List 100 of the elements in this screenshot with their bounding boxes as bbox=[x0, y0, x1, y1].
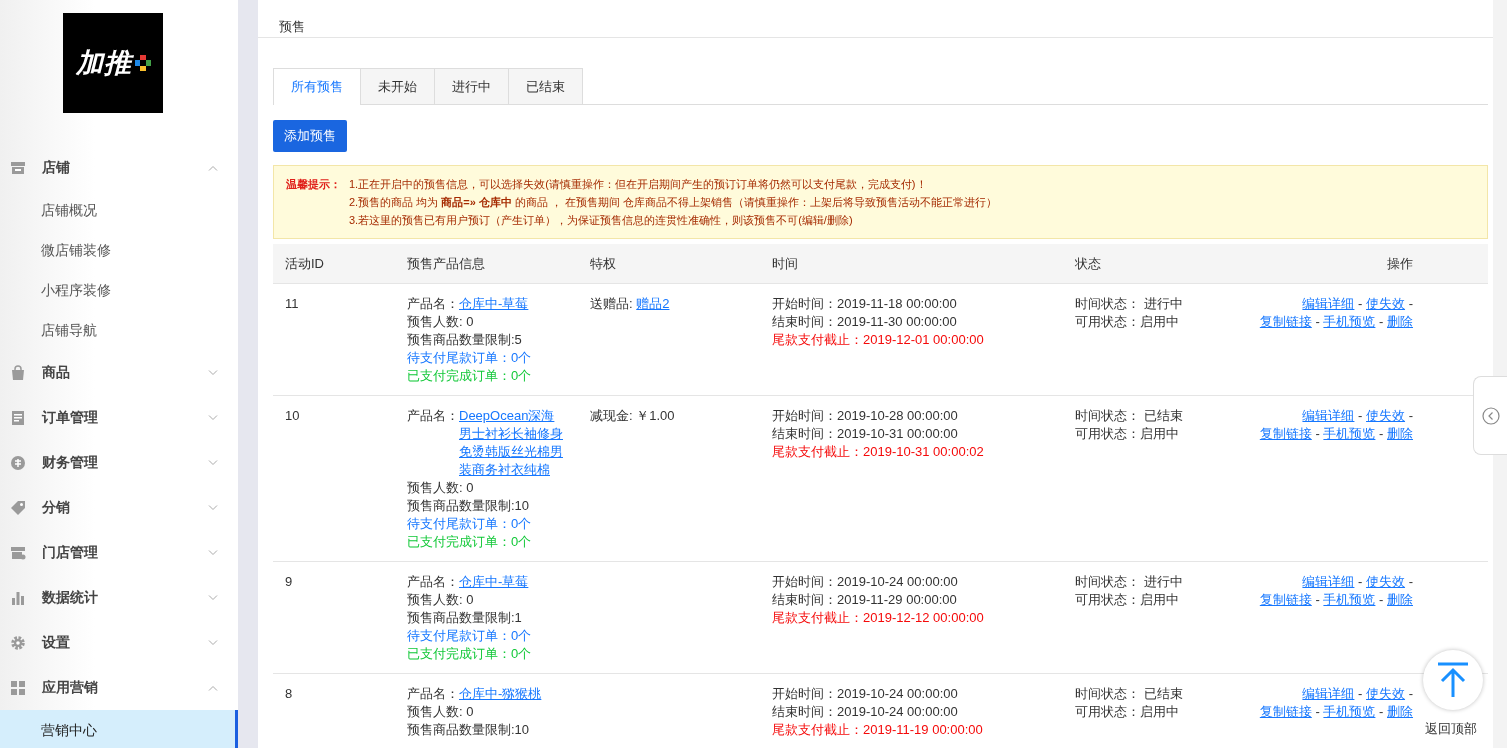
amount-text: ￥1.00 bbox=[636, 408, 675, 423]
action-link[interactable]: 删除 bbox=[1387, 426, 1413, 441]
column-header: 操作 bbox=[1237, 243, 1488, 284]
sidebar-group-label: 订单管理 bbox=[42, 408, 99, 427]
product-link[interactable]: 仓库中-猕猴桃 bbox=[459, 685, 542, 703]
action-link[interactable]: 编辑详细 bbox=[1302, 408, 1355, 423]
action-link[interactable]: 编辑详细 bbox=[1302, 296, 1355, 311]
sidebar-group[interactable]: 应用营销 bbox=[0, 665, 238, 710]
deadline-text: 尾款支付截止：2019-12-12 00:00:00 bbox=[772, 609, 985, 627]
store-icon bbox=[10, 544, 26, 561]
paid-orders-text: 已支付完成订单：0个 bbox=[407, 645, 533, 663]
column-header: 时间 bbox=[760, 243, 1063, 284]
action-link[interactable]: 手机预览 bbox=[1323, 426, 1376, 441]
sidebar-item[interactable]: 店铺概况 bbox=[0, 190, 238, 230]
notice-label: 温馨提示： bbox=[286, 176, 341, 192]
time-text: 结束时间：2019-10-24 00:00:00 bbox=[772, 703, 959, 721]
separator-text: - bbox=[1379, 426, 1384, 441]
sidebar-item[interactable]: 营销中心 bbox=[0, 710, 238, 748]
sidebar-group[interactable]: 商品 bbox=[0, 350, 238, 395]
time-text: 开始时间：2019-10-28 00:00:00 bbox=[772, 407, 959, 425]
sidebar-group[interactable]: 数据统计 bbox=[0, 575, 238, 620]
tab[interactable]: 未开始 bbox=[360, 67, 435, 104]
tag-icon bbox=[10, 499, 26, 516]
notice-text: 3.若这里的预售已有用户预订（产生订单），为保证预售信息的连贯性准确性，则该预售不可(编辑/删除) bbox=[349, 212, 854, 228]
separator-text: - bbox=[1408, 408, 1413, 423]
id-text: 11 bbox=[285, 296, 299, 311]
status-text: 可用状态：启用中 bbox=[1075, 591, 1180, 609]
action-link[interactable]: 复制链接 bbox=[1259, 704, 1312, 719]
sidebar-group-label: 数据统计 bbox=[42, 588, 99, 607]
add-button[interactable]: 添加预售 bbox=[273, 120, 347, 152]
action-link[interactable]: 手机预览 bbox=[1323, 314, 1376, 329]
field-label: 减现金: bbox=[590, 408, 634, 423]
store-icon bbox=[10, 159, 26, 176]
time-text: 结束时间：2019-11-30 00:00:00 bbox=[772, 313, 958, 331]
notice-text: 1.正在开启中的预售信息，可以选择失效(请慎重操作：但在开启期间产生的预订订单将仍然可以支付尾款，完成支付)！ bbox=[349, 176, 928, 192]
sidebar-item[interactable]: 店铺导航 bbox=[0, 310, 238, 350]
bar-chart-icon bbox=[10, 589, 26, 606]
tab[interactable]: 进行中 bbox=[434, 67, 509, 104]
separator-text: - bbox=[1379, 704, 1384, 719]
sidebar-group-label: 门店管理 bbox=[42, 543, 99, 562]
sidebar-group[interactable]: 店铺 bbox=[0, 145, 238, 190]
time-text: 开始时间：2019-11-18 00:00:00 bbox=[772, 295, 958, 313]
field-label: 产品名： bbox=[407, 295, 459, 313]
action-link[interactable]: 复制链接 bbox=[1259, 592, 1312, 607]
status-text: 可用状态：启用中 bbox=[1075, 425, 1180, 443]
status-text: 时间状态： 进行中 bbox=[1075, 295, 1184, 313]
action-link[interactable]: 手机预览 bbox=[1323, 704, 1376, 719]
column-header: 预售产品信息 bbox=[395, 243, 578, 284]
id-text: 9 bbox=[285, 574, 293, 589]
field-label: 产品名： bbox=[407, 573, 459, 591]
info-text: 预售人数: 0 bbox=[407, 591, 475, 609]
action-link[interactable]: 使失效 bbox=[1366, 574, 1406, 589]
paid-orders-text: 已支付完成订单：0个 bbox=[407, 533, 533, 551]
action-link[interactable]: 删除 bbox=[1387, 592, 1413, 607]
sidebar-group-label: 应用营销 bbox=[42, 678, 99, 697]
column-header: 状态 bbox=[1063, 243, 1237, 284]
tab[interactable]: 所有预售 bbox=[273, 67, 361, 105]
action-link[interactable]: 编辑详细 bbox=[1302, 686, 1355, 701]
sidebar-group-label: 店铺 bbox=[42, 158, 71, 177]
gift-link[interactable]: 赠品2 bbox=[636, 296, 670, 311]
status-text: 可用状态：启用中 bbox=[1075, 703, 1180, 721]
action-link[interactable]: 手机预览 bbox=[1323, 592, 1376, 607]
separator-text: - bbox=[1315, 704, 1320, 719]
separator-text: - bbox=[1315, 592, 1320, 607]
time-text: 开始时间：2019-10-24 00:00:00 bbox=[772, 573, 959, 591]
sidebar-group[interactable]: 设置 bbox=[0, 620, 238, 665]
product-link[interactable]: DeepOcean深海男士衬衫长袖修身免烫韩版丝光棉男装商务衬衣纯棉 bbox=[459, 407, 566, 479]
document-icon bbox=[10, 409, 26, 426]
info-text: 预售商品数量限制:5 bbox=[407, 331, 523, 349]
sidebar-group[interactable]: 财务管理 bbox=[0, 440, 238, 485]
status-text: 可用状态：启用中 bbox=[1075, 313, 1180, 331]
action-link[interactable]: 使失效 bbox=[1366, 408, 1406, 423]
back-to-top-label[interactable]: 返回顶部 bbox=[1425, 719, 1477, 739]
separator-text: - bbox=[1358, 574, 1363, 589]
product-link[interactable]: 仓库中-草莓 bbox=[459, 295, 529, 313]
action-link[interactable]: 使失效 bbox=[1366, 296, 1406, 311]
action-link[interactable]: 使失效 bbox=[1366, 686, 1406, 701]
sidebar-group[interactable]: 门店管理 bbox=[0, 530, 238, 575]
time-text: 开始时间：2019-10-24 00:00:00 bbox=[772, 685, 959, 703]
action-link[interactable]: 复制链接 bbox=[1259, 426, 1312, 441]
column-header: 活动ID bbox=[273, 243, 395, 284]
notice-text: 2.预售的商品 均为 商品=» 仓库中 的商品 ， 在预售期间 仓库商品不得上架销售（请慎重操作：上架后将导致预售活动不能正常进行） bbox=[349, 194, 998, 210]
tab[interactable]: 已结束 bbox=[508, 67, 583, 104]
sidebar-item[interactable]: 小程序装修 bbox=[0, 270, 238, 310]
product-link[interactable]: 仓库中-草莓 bbox=[459, 573, 529, 591]
action-link[interactable]: 编辑详细 bbox=[1302, 574, 1355, 589]
action-link[interactable]: 删除 bbox=[1387, 314, 1413, 329]
field-label: 送赠品: bbox=[590, 296, 634, 311]
separator-text: - bbox=[1379, 314, 1384, 329]
sidebar-group[interactable]: 分销 bbox=[0, 485, 238, 530]
info-text: 预售人数: 0 bbox=[407, 703, 475, 721]
collapse-tab[interactable] bbox=[1473, 376, 1507, 455]
separator-text: - bbox=[1408, 296, 1413, 311]
logo-mark-icon bbox=[134, 55, 151, 71]
id-text: 8 bbox=[285, 686, 293, 701]
action-link[interactable]: 复制链接 bbox=[1259, 314, 1312, 329]
logo-text: 加推 bbox=[75, 46, 132, 80]
sidebar-group[interactable]: 订单管理 bbox=[0, 395, 238, 440]
action-link[interactable]: 删除 bbox=[1387, 704, 1413, 719]
sidebar-item[interactable]: 微店铺装修 bbox=[0, 230, 238, 270]
